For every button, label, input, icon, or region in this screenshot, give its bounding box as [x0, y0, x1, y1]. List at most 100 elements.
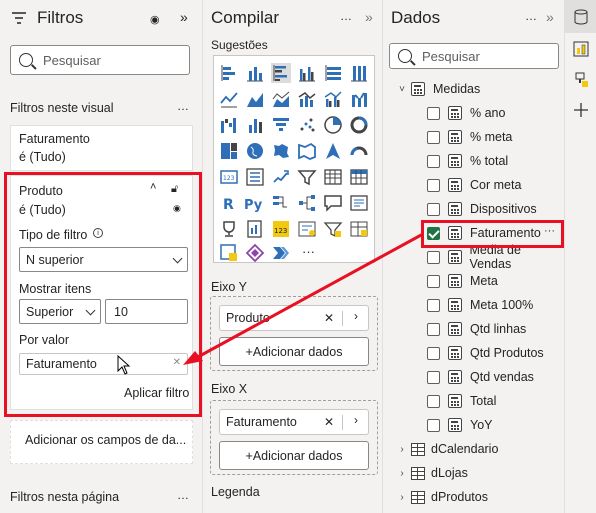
field-row[interactable]: % total: [383, 149, 564, 173]
azure-map-icon[interactable]: [323, 141, 343, 161]
stacked-bar-icon[interactable]: [219, 63, 239, 83]
shape-map-icon[interactable]: [297, 141, 317, 161]
field-checkbox[interactable]: [427, 130, 440, 144]
field-row[interactable]: % ano: [383, 101, 564, 125]
line-clustered-column-icon[interactable]: [323, 89, 343, 109]
field-checkbox[interactable]: [427, 178, 440, 192]
add-data-button[interactable]: +Adicionar dados: [219, 441, 369, 470]
custom-visual-3-icon[interactable]: [323, 219, 343, 239]
goals-icon[interactable]: [219, 219, 239, 239]
custom-visual-1-icon[interactable]: 123: [271, 219, 291, 239]
custom-visual-2-icon[interactable]: [297, 219, 317, 239]
add-fields-well[interactable]: Adicionar os campos de da...: [10, 420, 193, 464]
format-brush-icon[interactable]: [573, 72, 589, 88]
field-row[interactable]: Qtd linhas: [383, 317, 564, 341]
field-checkbox[interactable]: [427, 322, 440, 336]
custom-visual-5-icon[interactable]: [219, 243, 239, 263]
field-checkbox[interactable]: [427, 418, 440, 432]
map-icon[interactable]: [245, 141, 265, 161]
funnel-icon[interactable]: [271, 115, 291, 135]
chevron-right-icon[interactable]: ›: [397, 492, 407, 503]
key-influencers-icon[interactable]: [271, 193, 291, 213]
collapse-pane-icon[interactable]: »: [180, 9, 188, 25]
field-row[interactable]: YoY: [383, 413, 564, 437]
matrix-icon[interactable]: [349, 167, 369, 187]
funnel-column-icon[interactable]: [245, 115, 265, 135]
python-visual-icon[interactable]: Py: [243, 193, 267, 213]
field-checkbox[interactable]: [427, 394, 440, 408]
filled-map-icon[interactable]: [271, 141, 291, 161]
paginated-report-icon[interactable]: [245, 219, 265, 239]
scatter-icon[interactable]: [297, 115, 317, 135]
field-row[interactable]: Meta 100%: [383, 293, 564, 317]
filters-search-input[interactable]: Pesquisar: [10, 45, 190, 75]
ribbon-chart-icon[interactable]: [349, 89, 369, 109]
chevron-down-icon[interactable]: ˅: [397, 84, 407, 95]
field-checkbox[interactable]: [427, 346, 440, 360]
stacked-bar-100-icon[interactable]: [323, 63, 343, 83]
power-automate-icon[interactable]: [271, 243, 291, 263]
decomposition-tree-icon[interactable]: [297, 193, 317, 213]
custom-visual-6-icon[interactable]: [245, 243, 265, 263]
field-checkbox[interactable]: [427, 274, 440, 288]
field-checkbox[interactable]: [427, 250, 440, 264]
remove-icon[interactable]: ✕: [324, 311, 334, 325]
data-search-input[interactable]: Pesquisar: [389, 43, 559, 69]
collapse-pane-icon[interactable]: »: [365, 9, 373, 25]
filter-card-faturamento[interactable]: Faturamento é (Tudo): [10, 125, 193, 171]
qa-icon[interactable]: [323, 193, 343, 213]
custom-visual-4-icon[interactable]: [349, 219, 369, 239]
stacked-column-100-icon[interactable]: [349, 63, 369, 83]
build-visual-icon[interactable]: [573, 41, 589, 57]
field-row[interactable]: Dispositivos: [383, 197, 564, 221]
line-chart-icon[interactable]: [219, 89, 239, 109]
field-checkbox[interactable]: [427, 370, 440, 384]
field-checkbox[interactable]: [427, 298, 440, 312]
more-icon[interactable]: …: [340, 9, 352, 23]
chevron-right-icon[interactable]: ›: [397, 468, 407, 479]
x-field-pill[interactable]: Faturamento ✕ ›: [219, 409, 369, 435]
field-row[interactable]: Meta: [383, 269, 564, 293]
field-checkbox[interactable]: [427, 202, 440, 216]
gauge-icon[interactable]: [349, 141, 369, 161]
collapse-pane-icon[interactable]: »: [546, 9, 554, 25]
chevron-right-icon[interactable]: ›: [397, 444, 407, 455]
multi-row-card-icon[interactable]: [245, 167, 265, 187]
y-field-pill[interactable]: Produto ✕ ›: [219, 305, 369, 331]
line-stacked-column-icon[interactable]: [297, 89, 317, 109]
database-icon[interactable]: [573, 9, 589, 25]
field-row[interactable]: Media de Vendas: [383, 243, 564, 271]
card-icon[interactable]: 123: [219, 167, 239, 187]
treemap-icon[interactable]: [219, 141, 239, 161]
field-row[interactable]: Qtd Produtos: [383, 341, 564, 365]
clustered-column-icon[interactable]: [297, 63, 317, 83]
table-row[interactable]: › dLojas: [383, 461, 564, 485]
add-pane-icon[interactable]: [573, 102, 589, 118]
kpi-icon[interactable]: [271, 167, 291, 187]
field-row[interactable]: Total: [383, 389, 564, 413]
more-icon[interactable]: …: [525, 9, 537, 23]
remove-icon[interactable]: ✕: [324, 415, 334, 429]
field-row[interactable]: % meta: [383, 125, 564, 149]
slicer-icon[interactable]: [297, 167, 317, 187]
stacked-column-icon[interactable]: [245, 63, 265, 83]
chevron-right-icon[interactable]: ›: [354, 309, 358, 323]
add-data-button[interactable]: +Adicionar dados: [219, 337, 369, 366]
field-checkbox[interactable]: [427, 106, 440, 120]
more-visuals-icon[interactable]: ···: [302, 244, 315, 259]
waterfall-icon[interactable]: [219, 115, 239, 135]
field-row[interactable]: Cor meta: [383, 173, 564, 197]
r-visual-icon[interactable]: R: [219, 193, 239, 213]
eye-icon[interactable]: ◉: [150, 13, 160, 26]
table-icon[interactable]: [323, 167, 343, 187]
pie-icon[interactable]: [323, 115, 343, 135]
clustered-bar-icon[interactable]: [271, 63, 291, 83]
field-checkbox[interactable]: [427, 154, 440, 168]
table-row-medidas[interactable]: ˅ Medidas: [383, 77, 564, 101]
chevron-right-icon[interactable]: ›: [354, 413, 358, 427]
donut-icon[interactable]: [349, 115, 369, 135]
section-more-icon[interactable]: …: [177, 488, 189, 502]
field-row[interactable]: Qtd vendas: [383, 365, 564, 389]
table-row[interactable]: › dProdutos: [383, 485, 564, 509]
area-chart-icon[interactable]: [245, 89, 265, 109]
